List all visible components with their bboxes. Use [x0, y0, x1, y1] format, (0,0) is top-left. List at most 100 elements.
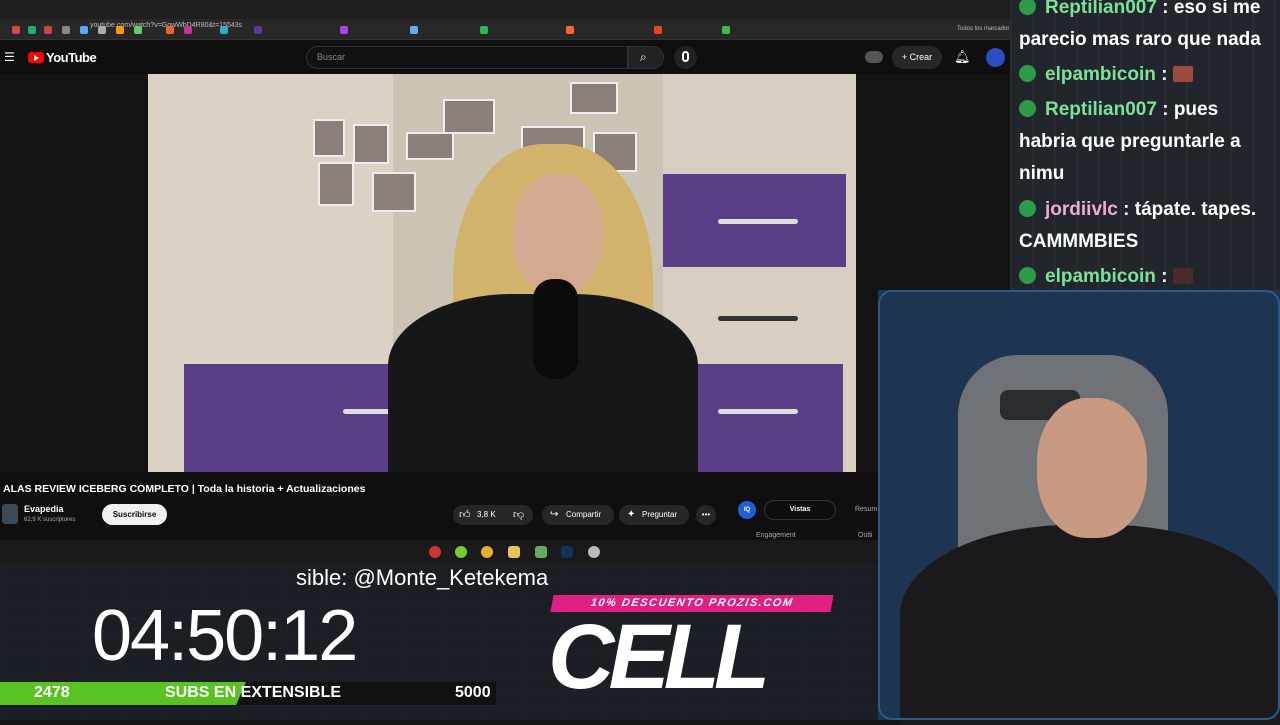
create-label: Crear [909, 52, 933, 62]
menu-icon[interactable]: ☰ [4, 50, 15, 64]
bookmark-icon[interactable] [480, 26, 488, 34]
bookmarks-folder[interactable]: Todos los marcador [957, 26, 1009, 32]
bookmark-icon[interactable] [62, 26, 70, 34]
channel-name[interactable]: Evapedia [24, 504, 64, 514]
bookmark-icon[interactable] [722, 26, 730, 34]
chat-badge-icon [1019, 267, 1036, 284]
brand-logo: CELL [548, 606, 770, 708]
chat-message: elpambicoin : [1019, 59, 1277, 91]
like-dislike-group: 👍︎ 3,8 K 👎︎ [453, 505, 533, 525]
app-icon[interactable] [429, 546, 441, 558]
ask-button[interactable]: ✦ Preguntar [619, 505, 689, 525]
youtube-logo-text[interactable]: YouTube [46, 50, 97, 65]
search-button[interactable]: ⌕ [628, 46, 664, 69]
video-player[interactable] [148, 74, 856, 472]
drawer-handle [718, 219, 798, 224]
bookmark-icon[interactable] [80, 26, 88, 34]
purple-drawer [184, 364, 414, 472]
engagement-label: Engagement [756, 532, 796, 539]
ask-label: Preguntar [642, 510, 678, 519]
drawer-handle [718, 409, 798, 414]
bookmark-icon[interactable] [220, 26, 228, 34]
bookmark-icon[interactable] [28, 26, 36, 34]
app-icon[interactable] [455, 546, 467, 558]
more-actions-button[interactable]: ••• [696, 505, 716, 525]
wall-photo [318, 162, 354, 206]
like-icon[interactable]: 👍︎ [459, 505, 471, 525]
bookmark-icon[interactable] [410, 26, 418, 34]
video-title: ALAS REVIEW ICEBERG COMPLETO | Toda la h… [3, 483, 366, 495]
wall-photo [372, 172, 416, 212]
chat-badge-icon [1019, 0, 1036, 15]
wall-photo [406, 132, 454, 160]
subscribe-button[interactable]: Suscribirse [102, 504, 167, 525]
channel-subscribers: 62,9 K suscriptores [24, 517, 76, 523]
bookmark-icon[interactable] [166, 26, 174, 34]
photoshop-icon[interactable] [561, 546, 573, 558]
person-face [513, 174, 603, 294]
create-button[interactable]: + Crear [892, 46, 942, 69]
wall-photo [353, 124, 389, 164]
bookmark-icon[interactable] [654, 26, 662, 34]
bookmark-icon[interactable] [134, 26, 142, 34]
chat-username[interactable]: Reptilian007 [1045, 0, 1157, 18]
extension-badge-icon[interactable] [865, 51, 883, 63]
folder-icon[interactable] [508, 546, 520, 558]
channel-avatar[interactable] [2, 504, 18, 524]
bookmark-icon[interactable] [254, 26, 262, 34]
webcam-frame [878, 290, 1280, 720]
chat-username[interactable]: elpambicoin [1045, 64, 1156, 85]
microphone-icon [682, 51, 689, 62]
avatar[interactable] [986, 48, 1005, 67]
bookmark-icon[interactable] [12, 26, 20, 34]
chat-message: Reptilian007 : pues habria que preguntar… [1019, 99, 1241, 184]
chat-message: Reptilian007 : eso si me parecio mas rar… [1019, 0, 1277, 56]
chat-username[interactable]: Reptilian007 [1045, 99, 1157, 120]
wall-photo [313, 119, 345, 157]
more-icon: ••• [701, 510, 711, 519]
youtube-logo-icon[interactable] [28, 52, 44, 63]
chat-username[interactable]: elpambicoin [1045, 266, 1156, 287]
chat-badge-icon [1019, 200, 1036, 217]
bell-icon[interactable]: 🔔︎ [954, 49, 971, 65]
like-count[interactable]: 3,8 K [477, 505, 496, 525]
sparkle-icon: ✦ [627, 509, 636, 520]
chat-emote-icon [1172, 268, 1193, 284]
plus-icon: + [901, 52, 910, 62]
chat-badge-icon [1019, 65, 1036, 82]
subs-current: 2478 [34, 684, 70, 701]
bookmark-icon[interactable] [116, 26, 124, 34]
bookmark-icon[interactable] [98, 26, 106, 34]
share-icon: ↪ [550, 509, 559, 520]
iq-extension-icon[interactable]: IQ [738, 501, 756, 519]
dislike-icon[interactable]: 👎︎ [513, 505, 524, 525]
microphone-button[interactable] [674, 46, 697, 69]
app-icon[interactable] [535, 546, 547, 558]
chat-emote-icon [1172, 66, 1193, 82]
chat-message: elpambicoin : [1019, 261, 1277, 293]
chat-badge-icon [1019, 100, 1036, 117]
tab-vistas[interactable]: Vistas [764, 500, 836, 520]
chat-username[interactable]: jordiivlc [1045, 199, 1118, 220]
chrome-icon[interactable] [481, 546, 493, 558]
tab-resumen[interactable]: Resum [855, 506, 877, 513]
search-input[interactable]: Buscar [306, 46, 628, 69]
bookmark-icon[interactable] [184, 26, 192, 34]
subs-goal: 5000 [455, 684, 491, 701]
chat-message: jordiivlc : tápate. tapes. CAMMMBIES [1019, 199, 1257, 252]
drawer-handle [718, 316, 798, 321]
wall-photo [443, 99, 495, 134]
share-button[interactable]: ↪ Compartir [542, 505, 614, 525]
bookmark-icon[interactable] [566, 26, 574, 34]
ticker-text: sible: @Monte_Ketekema [296, 565, 549, 590]
wall-photo [570, 82, 618, 114]
bookmark-icon[interactable] [44, 26, 52, 34]
countdown-timer: 04:50:12 [92, 596, 358, 676]
purple-drawer [678, 364, 843, 472]
subs-label: SUBS EN EXTENSIBLE [165, 684, 342, 701]
bookmark-icon[interactable] [340, 26, 348, 34]
app-icon[interactable] [588, 546, 600, 558]
search-icon: ⌕ [640, 50, 647, 64]
browser-address-bar[interactable]: youtube.com/watch?v=GgwWbD4R80&t=15543s [0, 19, 1010, 40]
browser-tab-bar [0, 0, 1010, 19]
